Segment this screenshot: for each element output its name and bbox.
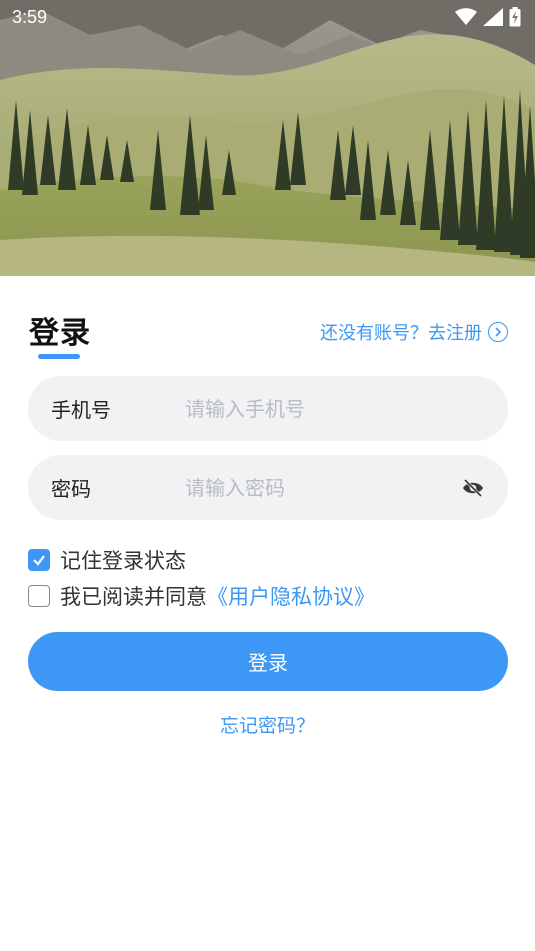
- wifi-icon: [455, 8, 477, 30]
- status-icons: [455, 7, 521, 31]
- agreement-row: 我已阅读并同意 《用户隐私协议》: [28, 581, 375, 611]
- page-title: 登录: [29, 316, 91, 351]
- phone-input[interactable]: [185, 388, 455, 429]
- battery-icon: [509, 7, 521, 31]
- password-label: 密码: [51, 477, 91, 501]
- register-link[interactable]: 还没有账号？去注册: [320, 319, 508, 345]
- forgot-password-link[interactable]: 忘记密码？: [0, 711, 535, 738]
- password-field: 密码: [28, 455, 508, 520]
- eye-hidden-icon[interactable]: [462, 477, 484, 499]
- remember-checkbox[interactable]: [28, 549, 50, 571]
- phone-field: 手机号: [28, 376, 508, 441]
- register-link-label: 还没有账号？去注册: [320, 323, 482, 344]
- status-time: 3:59: [12, 7, 48, 27]
- privacy-policy-link[interactable]: 《用户隐私协议》: [207, 581, 375, 611]
- phone-label: 手机号: [51, 398, 111, 422]
- agreement-checkbox[interactable]: [28, 585, 50, 607]
- remember-row: 记住登录状态: [28, 545, 186, 575]
- status-bar: 3:59: [0, 0, 535, 38]
- login-button[interactable]: 登录: [28, 632, 508, 691]
- title-underline: [38, 354, 80, 359]
- chevron-right-icon: [488, 322, 508, 342]
- remember-label[interactable]: 记住登录状态: [60, 545, 186, 575]
- checkmark-icon: [33, 555, 45, 566]
- agreement-label[interactable]: 我已阅读并同意: [60, 581, 207, 611]
- password-input[interactable]: [185, 467, 455, 508]
- signal-icon: [483, 8, 503, 30]
- hero-landscape-image: [0, 0, 535, 276]
